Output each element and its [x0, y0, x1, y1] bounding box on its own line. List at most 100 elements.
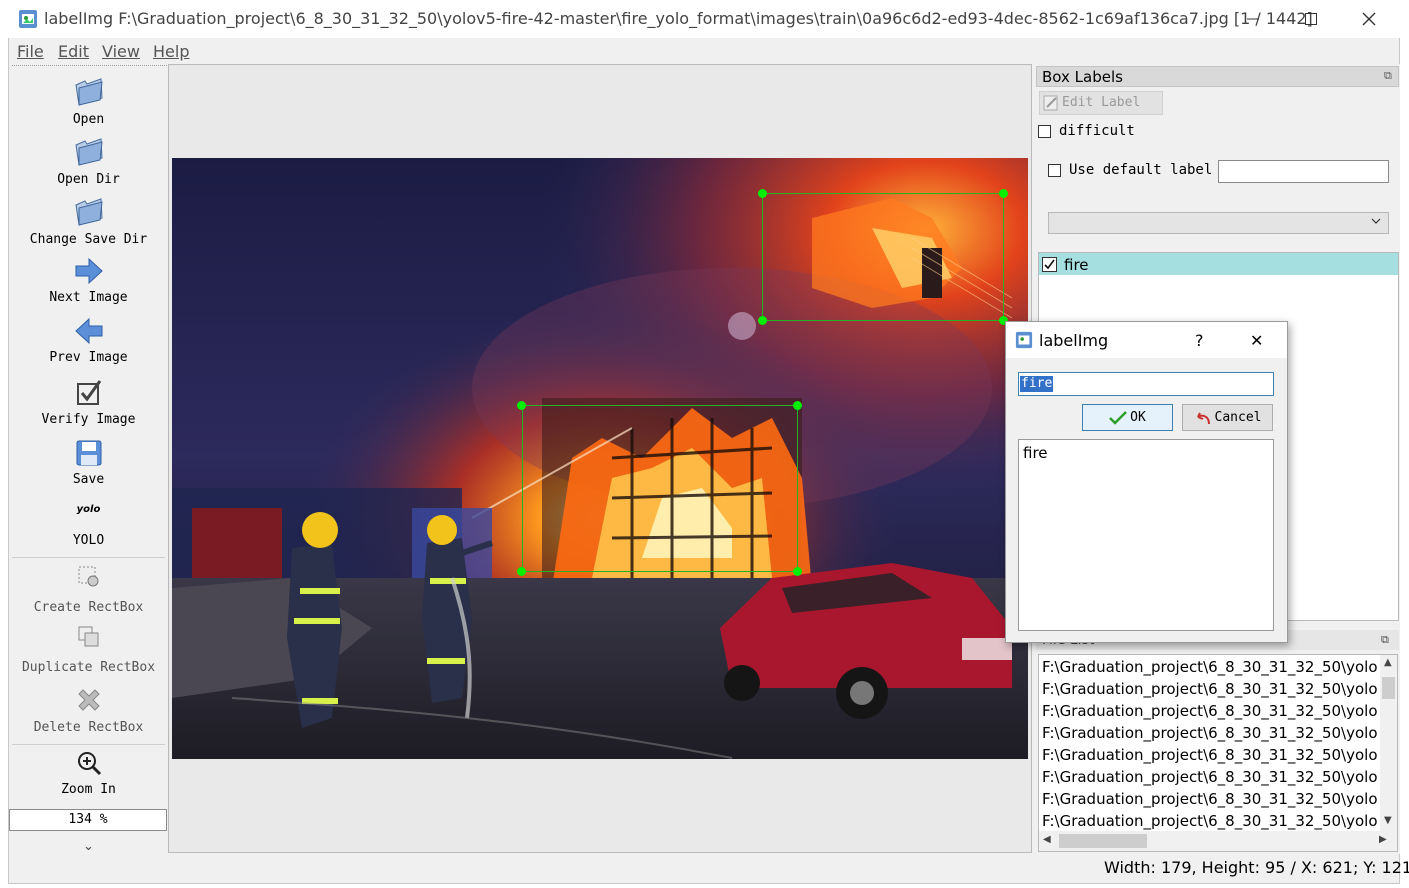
create-rectbox-label: Create RectBox: [33, 600, 144, 615]
next-image-button[interactable]: Next Image: [10, 256, 167, 305]
check-icon: [1044, 259, 1055, 270]
change-save-dir-button[interactable]: Change Save Dir: [10, 196, 167, 247]
verify-image-button[interactable]: Verify Image: [10, 378, 167, 427]
folder-icon: [74, 198, 103, 226]
window-title: labelImg F:\Graduation_project\6_8_30_31…: [44, 9, 1313, 28]
minimize-icon: [1247, 18, 1259, 20]
duplicate-rectbox-label: Duplicate RectBox: [21, 660, 156, 675]
maximize-button[interactable]: [1288, 0, 1334, 38]
dialog-title: labelImg: [1039, 331, 1109, 350]
dialog-ok-button[interactable]: OK: [1082, 404, 1173, 431]
dialog-label-input[interactable]: [1018, 372, 1274, 396]
arrow-right-icon: [75, 257, 103, 285]
use-default-label-text: Use default label: [1069, 162, 1213, 178]
file-list-item[interactable]: F:\Graduation_project\6_8_30_31_32_50\yo…: [1042, 658, 1378, 676]
delete-rectbox-button[interactable]: Delete RectBox: [10, 686, 167, 735]
app-icon: [18, 9, 38, 29]
bounding-box-2[interactable]: [522, 405, 798, 572]
format-label: YOLO: [72, 533, 105, 548]
file-list-vertical-scrollbar[interactable]: ▲ ▼: [1380, 655, 1397, 831]
open-button[interactable]: Open: [10, 76, 167, 127]
bounding-box-1[interactable]: [762, 193, 1004, 321]
label-list-item[interactable]: [1039, 253, 1398, 275]
file-list-item[interactable]: F:\Graduation_project\6_8_30_31_32_50\yo…: [1042, 680, 1378, 698]
box-handle[interactable]: [517, 567, 526, 576]
menu-view[interactable]: View: [102, 42, 140, 61]
create-box-icon: [78, 566, 98, 587]
file-list-item[interactable]: F:\Graduation_project\6_8_30_31_32_50\yo…: [1042, 724, 1378, 742]
file-list-item[interactable]: F:\Graduation_project\6_8_30_31_32_50\yo…: [1042, 812, 1378, 830]
check-icon: [1109, 410, 1128, 425]
close-icon: [1362, 12, 1376, 26]
status-text: Width: 179, Height: 95 / X: 621; Y: 121: [1104, 858, 1409, 877]
next-image-label: Next Image: [49, 290, 128, 305]
verify-image-label: Verify Image: [41, 412, 136, 427]
delete-rectbox-label: Delete RectBox: [33, 720, 144, 735]
ok-label: OK: [1130, 410, 1146, 425]
open-dir-button[interactable]: Open Dir: [10, 136, 167, 187]
file-list-item[interactable]: F:\Graduation_project\6_8_30_31_32_50\yo…: [1042, 702, 1378, 720]
box-handle[interactable]: [517, 401, 526, 410]
toolbar-separator: [12, 557, 165, 558]
file-list-item[interactable]: F:\Graduation_project\6_8_30_31_32_50\yo…: [1042, 746, 1378, 764]
create-rectbox-button[interactable]: Create RectBox: [10, 564, 167, 615]
dialog-app-icon: [1015, 331, 1033, 349]
zoom-in-label: Zoom In: [61, 782, 116, 797]
file-list-item[interactable]: F:\Graduation_project\6_8_30_31_32_50\yo…: [1042, 768, 1378, 786]
duplicate-rectbox-button[interactable]: Duplicate RectBox: [10, 624, 167, 675]
zoom-in-icon: [77, 752, 101, 776]
prev-image-button[interactable]: Prev Image: [10, 316, 167, 365]
box-handle[interactable]: [999, 189, 1008, 198]
scroll-right-icon[interactable]: ▶: [1379, 834, 1387, 845]
box-handle[interactable]: [793, 401, 802, 410]
scrollbar-thumb[interactable]: [1382, 677, 1395, 699]
duplicate-icon: [78, 626, 98, 647]
dock-float-icon[interactable]: ⧉: [1384, 69, 1392, 83]
format-yolo-button[interactable]: yolo YOLO: [10, 504, 167, 548]
difficult-label: difficult: [1059, 123, 1135, 139]
scroll-up-icon[interactable]: ▲: [1384, 657, 1392, 668]
delete-x-icon: [77, 689, 100, 711]
folder-icon: [74, 138, 103, 166]
zoom-spinbox[interactable]: 134 %: [9, 809, 167, 831]
toolbar-separator: [12, 744, 165, 745]
minimize-button[interactable]: [1230, 0, 1276, 38]
difficult-checkbox[interactable]: [1038, 125, 1051, 138]
menu-help[interactable]: Help: [153, 42, 189, 61]
menu-bar: [9, 38, 1399, 64]
label-item-text: fire: [1064, 256, 1089, 274]
scroll-down-icon[interactable]: ▼: [1384, 815, 1392, 826]
scrollbar-thumb[interactable]: [1059, 834, 1147, 848]
dialog-label-list[interactable]: [1018, 439, 1274, 631]
default-label-input[interactable]: [1218, 160, 1389, 183]
arrow-left-icon: [74, 317, 102, 345]
dialog-list-item[interactable]: fire: [1023, 444, 1048, 462]
box-handle[interactable]: [758, 316, 767, 325]
zoom-in-button[interactable]: Zoom In: [10, 750, 167, 797]
save-button[interactable]: Save: [10, 438, 167, 487]
file-list-horizontal-scrollbar[interactable]: ◀ ▶: [1039, 831, 1397, 851]
menu-edit[interactable]: Edit: [58, 42, 89, 61]
label-item-checkbox[interactable]: [1042, 257, 1057, 272]
open-label: Open: [72, 112, 105, 127]
dialog-input-selected-text: fire: [1020, 376, 1054, 392]
use-default-label-checkbox[interactable]: [1048, 164, 1061, 177]
dialog-cancel-button[interactable]: Cancel: [1182, 404, 1273, 431]
prev-image-label: Prev Image: [49, 350, 128, 365]
box-handle[interactable]: [758, 189, 767, 198]
dialog-close-button[interactable]: ✕: [1250, 331, 1263, 350]
box-handle[interactable]: [793, 567, 802, 576]
undo-cancel-icon: [1196, 412, 1210, 424]
yolo-format-icon: yolo: [76, 504, 101, 515]
maximize-icon: [1305, 13, 1317, 25]
folder-icon: [74, 78, 103, 106]
file-list-item[interactable]: F:\Graduation_project\6_8_30_31_32_50\yo…: [1042, 790, 1378, 808]
dialog-help-button[interactable]: ?: [1195, 331, 1204, 350]
dock-float-icon[interactable]: ⧉: [1381, 633, 1389, 647]
menu-file[interactable]: File: [17, 42, 44, 61]
save-label: Save: [72, 472, 105, 487]
scroll-left-icon[interactable]: ◀: [1043, 834, 1051, 845]
close-button[interactable]: [1346, 0, 1392, 38]
label-combobox[interactable]: [1048, 212, 1389, 234]
floppy-save-icon: [76, 440, 101, 466]
